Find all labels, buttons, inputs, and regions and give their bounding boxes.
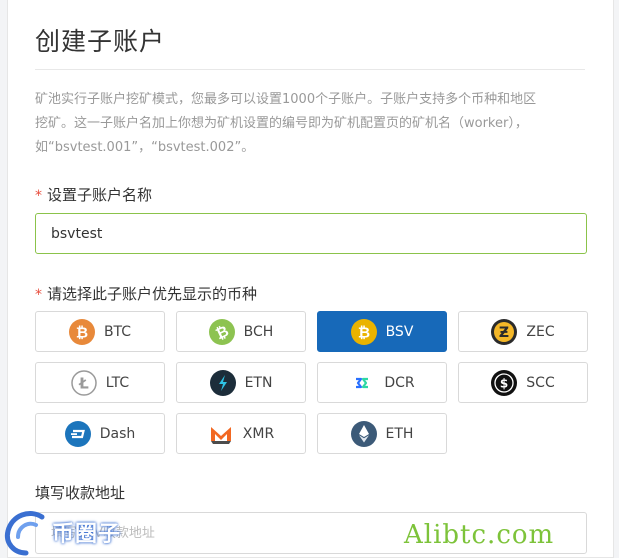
required-mark: * (35, 287, 42, 303)
coin-label: BSV (385, 323, 414, 340)
coin-select-label: * 请选择此子账户优先显示的币种 (35, 283, 257, 304)
coin-option-dash[interactable]: Dash (35, 413, 165, 454)
monero-icon (208, 421, 234, 447)
coin-label: ETH (385, 425, 414, 442)
coin-label: LTC (105, 374, 130, 391)
bitcoin-sv-icon: ₿ (350, 318, 377, 345)
subaccount-name-label: * 设置子账户名称 (35, 184, 152, 205)
svg-text:₿: ₿ (76, 323, 88, 341)
coin-option-zec[interactable]: Ƶ ZEC (458, 311, 588, 352)
coin-label: XMR (242, 425, 275, 442)
intro-line: 如“bsvtest.001”，“bsvtest.002”。 (35, 140, 255, 155)
decred-icon (349, 369, 376, 396)
coin-option-scc[interactable]: $ SCC (458, 362, 588, 403)
svg-text:Ƶ: Ƶ (499, 325, 509, 341)
coin-label: DCR (384, 374, 415, 391)
address-label: 填写收款地址 (35, 484, 126, 502)
litecoin-icon: Ł (71, 369, 97, 396)
required-mark: * (35, 188, 42, 204)
coin-option-eth[interactable]: ETH (317, 413, 447, 454)
coin-label: ZEC (526, 323, 555, 340)
coin-label: SCC (526, 374, 555, 391)
coin-option-ltc[interactable]: Ł LTC (35, 362, 165, 403)
bitcoin-cash-icon: ₿ (208, 318, 235, 345)
svg-text:₿: ₿ (357, 323, 369, 341)
ethereum-icon (350, 420, 377, 447)
watermark-logo: 币圈子 (0, 506, 160, 558)
intro-line: 挖矿。这一子账户名加上你想为矿机设置的编号即为矿机配置页的矿机名（worker）… (35, 116, 528, 131)
title-divider (35, 69, 585, 70)
coin-option-etn[interactable]: ETN (176, 362, 306, 403)
watermark-left-text: 币圈子 (52, 522, 122, 547)
coin-options: ₿ BTC ₿ BCH ₿ BSV Ƶ ZEC Ł LTC ETN DCR $ … (35, 311, 588, 454)
watermark-logo-icon (4, 511, 45, 556)
coin-label: BCH (243, 323, 274, 340)
coin-option-bch[interactable]: ₿ BCH (176, 311, 306, 352)
stakecube-icon: $ (491, 369, 518, 396)
page-title: 创建子账户 (35, 27, 166, 56)
coin-option-dcr[interactable]: DCR (317, 362, 447, 403)
electroneum-icon (209, 369, 236, 396)
subaccount-name-input[interactable] (35, 213, 587, 254)
coin-label: ETN (244, 374, 273, 391)
watermark-right-text: Alibtc.com (404, 520, 555, 550)
svg-text:$: $ (500, 376, 508, 390)
create-subaccount-panel: 创建子账户 矿池实行子账户挖矿模式，您最多可以设置1000个子账户。子账户支持多… (7, 0, 614, 558)
coin-option-btc[interactable]: ₿ BTC (35, 311, 165, 352)
coin-label: Dash (99, 425, 136, 442)
intro-line: 矿池实行子账户挖矿模式，您最多可以设置1000个子账户。子账户支持多个币种和地区 (35, 92, 537, 107)
coin-option-xmr[interactable]: XMR (176, 413, 306, 454)
subaccount-name-label-text: 设置子账户名称 (47, 186, 153, 204)
bitcoin-icon: ₿ (68, 318, 95, 345)
zcash-icon: Ƶ (491, 318, 518, 345)
coin-label: BTC (103, 323, 132, 340)
intro-text: 矿池实行子账户挖矿模式，您最多可以设置1000个子账户。子账户支持多个币种和地区… (35, 88, 591, 160)
coin-select-label-text: 请选择此子账户优先显示的币种 (47, 285, 258, 303)
dash-icon (64, 420, 91, 447)
svg-text:Ł: Ł (78, 374, 89, 392)
coin-option-bsv[interactable]: ₿ BSV (317, 311, 447, 352)
